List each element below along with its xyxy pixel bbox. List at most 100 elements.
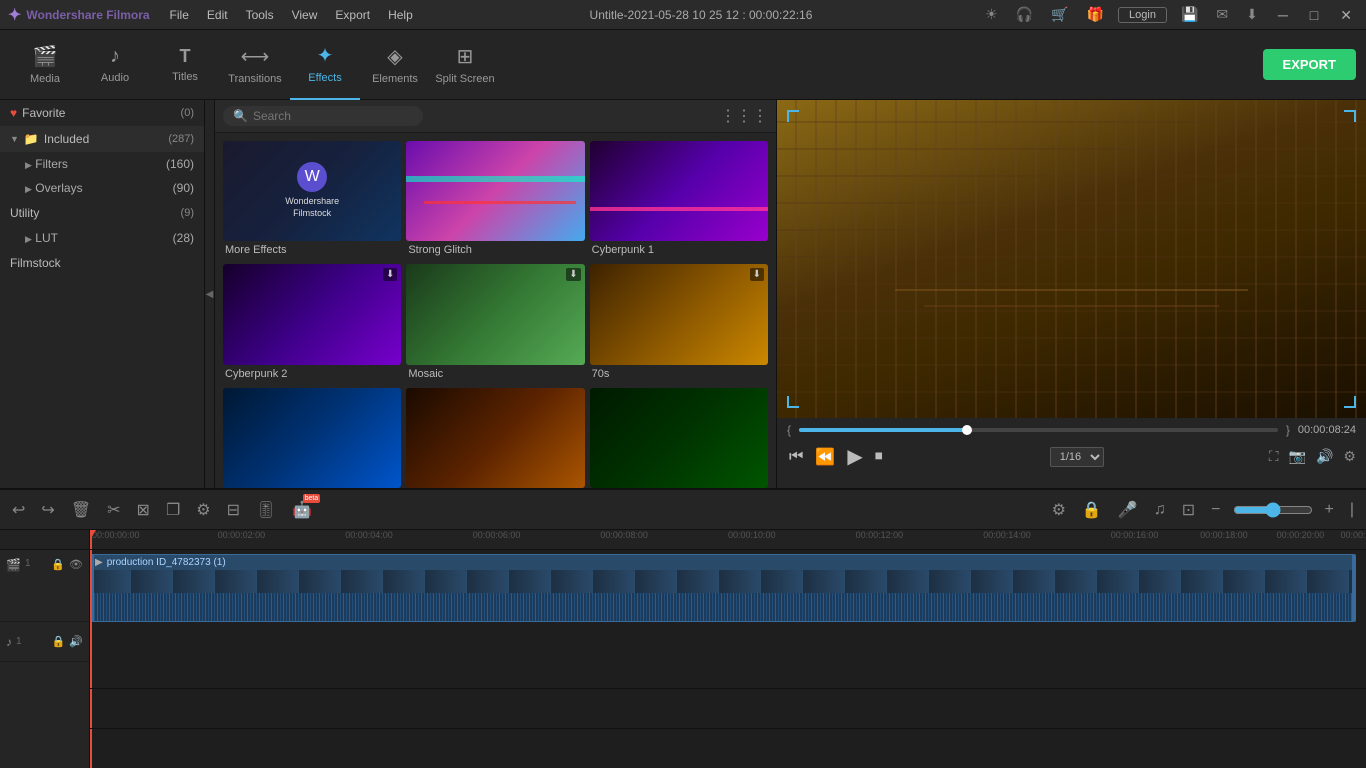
menu-export[interactable]: Export — [327, 6, 378, 24]
audio-track-eye-icon[interactable]: 🔊 — [69, 635, 83, 648]
clip-end-handle[interactable] — [1352, 555, 1355, 621]
zoom-slider[interactable] — [1233, 502, 1313, 518]
menu-edit[interactable]: Edit — [199, 6, 236, 24]
sidebar-utility[interactable]: Utility (9) — [0, 200, 204, 226]
resolution-select[interactable]: 1/16 — [1050, 447, 1104, 467]
crop-button[interactable]: ⊠ — [133, 498, 154, 522]
time-22: 00:00:22:00 — [1340, 530, 1366, 540]
overlays-label: Overlays — [35, 181, 82, 195]
effect-70s[interactable]: ⬇ 70s — [590, 264, 768, 382]
cut-button[interactable]: ✂ — [103, 498, 124, 522]
sidebar-included[interactable]: ▼ 📁 Included (287) — [0, 126, 204, 152]
frame-back-button[interactable]: ⏪ — [813, 445, 837, 469]
settings-icon[interactable]: ⚙ — [1343, 448, 1356, 465]
playhead-audio-track — [90, 689, 92, 728]
toolbar-media[interactable]: 🎬 Media — [10, 30, 80, 100]
mail-icon[interactable]: ✉ — [1212, 4, 1232, 25]
lock-tl-button[interactable]: 🔒 — [1078, 498, 1106, 522]
elements-icon: ◈ — [387, 44, 402, 69]
music-button[interactable]: ♫ — [1150, 499, 1170, 521]
video-clip[interactable]: ▶ production ID_4782373 (1) — [90, 554, 1356, 622]
audio-track-lock-icon[interactable]: 🔒 — [52, 635, 66, 648]
toolbar-effects[interactable]: ✦ Effects — [290, 30, 360, 100]
bracket-left-button[interactable]: { — [787, 423, 791, 437]
zoom-in-button[interactable]: + — [1321, 499, 1338, 521]
effect-row3-c[interactable] — [590, 388, 768, 488]
export-button[interactable]: EXPORT — [1263, 49, 1356, 80]
menu-help[interactable]: Help — [380, 6, 421, 24]
collapse-panel-button[interactable]: ◀ — [205, 100, 215, 488]
login-button[interactable]: Login — [1118, 7, 1167, 23]
clip-name: production ID_4782373 (1) — [107, 557, 226, 568]
grid-view-icon[interactable]: ⋮⋮⋮ — [720, 106, 768, 126]
media-label: Media — [30, 73, 60, 85]
save-icon[interactable]: 💾 — [1177, 4, 1202, 25]
play-button[interactable]: ▶ — [845, 442, 864, 471]
bridge-overlay — [777, 100, 1366, 418]
effect-cyberpunk-1[interactable]: Cyberpunk 1 — [590, 141, 768, 259]
toolbar-titles[interactable]: T Titles — [150, 30, 220, 100]
mic-button[interactable]: 🎤 — [1114, 498, 1142, 522]
undo-button[interactable]: ↩ — [8, 498, 29, 522]
effect-cyberpunk-2[interactable]: ⬇ Cyberpunk 2 — [223, 264, 401, 382]
caption-button[interactable]: ⊡ — [1178, 498, 1199, 522]
toolbar-splitscreen[interactable]: ⊞ Split Screen — [430, 30, 500, 100]
ai-button[interactable]: 🤖 beta — [288, 498, 316, 522]
beta-badge: beta — [303, 494, 321, 503]
effects-tl-button[interactable]: ⚙ — [192, 498, 214, 522]
chevron-right-filters-icon: ▶ — [25, 160, 32, 170]
effect-mosaic[interactable]: ⬇ Mosaic — [406, 264, 584, 382]
sidebar-favorite[interactable]: ♥ Favorite (0) — [0, 100, 204, 126]
sun-icon[interactable]: ☀ — [981, 4, 1002, 25]
sidebar-filters[interactable]: ▶ Filters (160) — [0, 152, 204, 176]
row3c-thumb — [590, 388, 768, 488]
cyberpunk2-label: Cyberpunk 2 — [223, 365, 401, 383]
search-input[interactable] — [253, 109, 413, 123]
timeline-ruler[interactable]: 00:00:00:00 00:00:02:00 00:00:04:00 00:0… — [90, 530, 1366, 550]
progress-knob[interactable] — [962, 425, 972, 435]
effect-row3-b[interactable] — [406, 388, 584, 488]
effect-row3-a[interactable] — [223, 388, 401, 488]
effect-strong-glitch[interactable]: Strong Glitch — [406, 141, 584, 259]
titles-label: Titles — [172, 71, 198, 83]
split-button[interactable]: ⊟ — [223, 498, 244, 522]
sidebar-overlays[interactable]: ▶ Overlays (90) — [0, 176, 204, 200]
effect-more-effects[interactable]: W WondershareFilmstock More Effects — [223, 141, 401, 259]
progress-bar[interactable] — [799, 428, 1278, 432]
menu-file[interactable]: File — [162, 6, 197, 24]
folder-icon: 📁 — [24, 132, 39, 146]
sidebar-filmstock[interactable]: Filmstock — [0, 250, 204, 276]
more-effects-label: More Effects — [223, 241, 401, 259]
download-icon[interactable]: ⬇ — [1242, 4, 1262, 25]
menu-tools[interactable]: Tools — [238, 6, 282, 24]
menu-view[interactable]: View — [284, 6, 326, 24]
video-track-eye-icon[interactable]: 👁 — [69, 558, 83, 571]
video-track-lock-icon[interactable]: 🔒 — [51, 558, 65, 571]
toolbar-audio[interactable]: ♪ Audio — [80, 30, 150, 100]
snapshot-icon[interactable]: 📷 — [1289, 448, 1306, 465]
settings-tl-button[interactable]: ⚙ — [1048, 498, 1070, 522]
video-track-label: 🎬 1 🔒 👁 — [0, 550, 89, 622]
audio-mix-button[interactable]: 🎚 — [252, 498, 280, 522]
timeline-end-button[interactable]: | — [1346, 499, 1358, 521]
minimize-button[interactable]: ─ — [1272, 0, 1294, 30]
delete-button[interactable]: 🗑 — [67, 498, 95, 522]
maximize-button[interactable]: □ — [1304, 0, 1324, 30]
toolbar-transitions[interactable]: ⟷ Transitions — [220, 30, 290, 100]
volume-icon[interactable]: 🔊 — [1316, 448, 1333, 465]
playback-controls: ⏮ ⏪ ▶ ⏹ 1/16 ⛶ 📷 🔊 ⚙ — [787, 442, 1356, 471]
step-back-button[interactable]: ⏮ — [787, 446, 805, 468]
headphones-icon[interactable]: 🎧 — [1012, 4, 1037, 25]
redo-button[interactable]: ↪ — [37, 498, 58, 522]
gift-icon[interactable]: 🎁 — [1083, 4, 1108, 25]
search-input-wrap[interactable]: 🔍 — [223, 106, 423, 126]
cart-icon[interactable]: 🛒 — [1047, 4, 1072, 25]
sidebar-lut[interactable]: ▶ LUT (28) — [0, 226, 204, 250]
zoom-out-button[interactable]: − — [1207, 499, 1224, 521]
close-button[interactable]: ✕ — [1334, 0, 1358, 30]
stop-button[interactable]: ⏹ — [873, 446, 885, 468]
duplicate-button[interactable]: ❐ — [162, 498, 184, 522]
fullscreen-icon[interactable]: ⛶ — [1269, 448, 1279, 465]
bracket-right-button[interactable]: } — [1286, 423, 1290, 437]
toolbar-elements[interactable]: ◈ Elements — [360, 30, 430, 100]
